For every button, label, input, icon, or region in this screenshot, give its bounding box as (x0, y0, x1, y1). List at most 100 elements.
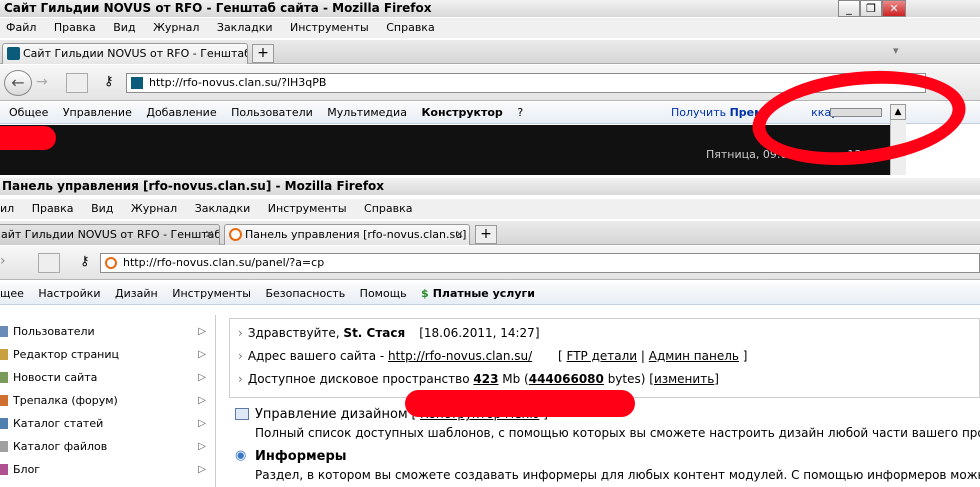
front-stats-icon[interactable] (38, 253, 60, 273)
informers-section-title[interactable]: Информеры (255, 449, 347, 464)
back-toolbar-general[interactable]: Общее (9, 106, 48, 119)
disk-mb[interactable]: 423 (473, 372, 498, 386)
greeting-line: › Здравствуйте, St. Стася [18.06.2011, 14:… (238, 326, 540, 340)
tab-list-icon[interactable]: ▾ (893, 44, 899, 57)
site-favicon-icon (131, 77, 143, 89)
chevron-right-icon: ▷ (198, 441, 206, 452)
design-icon (235, 408, 249, 420)
sidebar-item-forum[interactable]: Трепалка (форум) ▷ (0, 389, 214, 412)
new-tab-button[interactable]: + (252, 44, 274, 63)
front-tab-guild[interactable]: айт Гильдии NOVUS от RFO - Генштаб... ✕ (0, 224, 220, 245)
menu-view[interactable]: Вид (113, 21, 135, 34)
back-tabbar: Сайт Гильдии NOVUS от RFO - Генштаб с...… (0, 40, 980, 64)
red-annotation-bottom (405, 390, 635, 417)
back-toolbar-manage[interactable]: Управление (63, 106, 132, 119)
menu-edit[interactable]: Правка (54, 21, 96, 34)
front-site-favicon-icon (105, 257, 117, 269)
front-key-icon[interactable]: ⚷ (80, 254, 90, 269)
toolbar-paid-services[interactable]: Платные услуги (433, 287, 535, 300)
back-toolbar-help[interactable]: ? (517, 106, 523, 119)
informers-icon: ◉ (235, 448, 247, 463)
front-navbar: › ⚷ http://rfo-novus.clan.su/panel/?a=cp (0, 246, 980, 280)
sidebar-item-users[interactable]: Пользователи ▷ (0, 320, 214, 343)
back-toolbar-media[interactable]: Мультимедиа (327, 106, 407, 119)
front-menu-file[interactable]: ил (0, 202, 14, 215)
menu-bookmarks[interactable]: Закладки (217, 21, 273, 34)
front-menu-edit[interactable]: Правка (32, 202, 74, 215)
front-url-bar[interactable]: http://rfo-novus.clan.su/panel/?a=cp (100, 253, 980, 273)
chevron-right-icon: ▷ (198, 464, 206, 475)
front-tabbar: айт Гильдии NOVUS от RFO - Генштаб... ✕ … (0, 221, 980, 245)
back-toolbar-add[interactable]: Добавление (146, 106, 216, 119)
change-disk-link[interactable]: изменить (654, 372, 714, 386)
site-address-link[interactable]: http://rfo-novus.clan.su/ (388, 349, 532, 363)
back-toolbar-constructor[interactable]: Конструктор (421, 106, 502, 119)
stats-icon[interactable] (66, 73, 88, 93)
files-icon (0, 441, 8, 452)
sidebar-item-news[interactable]: Новости сайта ▷ (0, 366, 214, 389)
informers-section-desc: Раздел, в котором вы сможете создавать и… (255, 468, 980, 482)
front-menubar: ил Правка Вид Журнал Закладки Инструмент… (0, 199, 980, 219)
tab-label: Сайт Гильдии NOVUS от RFO - Генштаб с... (23, 47, 248, 60)
chevron-right-icon: ▷ (198, 395, 206, 406)
forum-icon (0, 395, 8, 406)
front-menu-bookmarks[interactable]: Закладки (195, 202, 251, 215)
back-tab-guild[interactable]: Сайт Гильдии NOVUS от RFO - Генштаб с... (2, 43, 248, 64)
back-url-text: http://rfo-novus.clan.su/?lH3qPB (149, 76, 327, 89)
design-section-desc: Полный список доступных шаблонов, с помо… (255, 426, 980, 440)
front-new-tab-button[interactable]: + (475, 225, 497, 244)
ucoz-favicon-icon (229, 228, 242, 241)
toolbar-settings[interactable]: Настройки (38, 287, 100, 300)
guild-favicon-icon (7, 47, 20, 60)
disk-bytes[interactable]: 444066080 (529, 372, 604, 386)
username: St. Стася (343, 326, 406, 340)
forward-arrow-icon[interactable]: → (36, 74, 48, 90)
sidebar-item-files[interactable]: Каталог файлов ▷ (0, 435, 214, 458)
front-admin-toolbar: щее Настройки Дизайн Инструменты Безопас… (0, 283, 980, 305)
toolbar-security[interactable]: Безопасность (265, 287, 345, 300)
sidebar-item-blog[interactable]: Блог ▷ (0, 458, 214, 481)
ftp-details-link[interactable]: FTP детали (567, 349, 638, 363)
close-tab-icon[interactable]: ✕ (205, 225, 214, 244)
close-tab-icon[interactable]: ✕ (455, 225, 464, 244)
front-back-arrow-icon[interactable]: › (0, 253, 6, 269)
red-annotation-left (0, 126, 56, 150)
sidebar-item-articles[interactable]: Каталог статей ▷ (0, 412, 214, 435)
articles-icon (0, 418, 8, 429)
toolbar-tools[interactable]: Инструменты (172, 287, 251, 300)
login-date: [18.06.2011, 14:27] (419, 326, 540, 340)
sidebar: Пользователи ▷ Редактор страниц ▷ Новости … (0, 315, 216, 487)
menu-help[interactable]: Справка (386, 21, 434, 34)
front-url-text: http://rfo-novus.clan.su/panel/?a=cp (123, 256, 325, 269)
maximize-button[interactable]: ❐ (860, 0, 882, 17)
front-menu-tools[interactable]: Инструменты (268, 202, 347, 215)
key-icon[interactable]: ⚷ (104, 74, 114, 89)
users-icon (0, 326, 8, 337)
front-tab-panel[interactable]: Панель управления [rfo-novus.clan.su] ✕ (224, 224, 470, 245)
sidebar-item-page-editor[interactable]: Редактор страниц ▷ (0, 343, 214, 366)
back-toolbar-users[interactable]: Пользователи (231, 106, 313, 119)
close-window-button[interactable]: ✕ (882, 0, 906, 17)
news-icon (0, 372, 8, 383)
back-arrow-icon[interactable]: ← (4, 70, 32, 96)
chevron-right-icon: ▷ (198, 349, 206, 360)
front-menu-view[interactable]: Вид (91, 202, 113, 215)
menu-tools[interactable]: Инструменты (290, 21, 369, 34)
chevron-right-icon: ▷ (198, 326, 206, 337)
chevron-right-icon: ▷ (198, 418, 206, 429)
front-menu-history[interactable]: Журнал (131, 202, 177, 215)
toolbar-design[interactable]: Дизайн (115, 287, 158, 300)
front-tab1-label: айт Гильдии NOVUS от RFO - Генштаб... (1, 228, 220, 241)
toolbar-help[interactable]: Помощь (360, 287, 407, 300)
minimize-button[interactable]: _ (838, 0, 860, 17)
menu-file[interactable]: Файл (6, 21, 36, 34)
front-window-title: Панель управления [rfo-novus.clan.su] - … (0, 178, 980, 195)
chevron-right-icon: ▷ (198, 372, 206, 383)
front-menu-help[interactable]: Справка (364, 202, 412, 215)
toolbar-general[interactable]: щее (0, 287, 24, 300)
menu-history[interactable]: Журнал (153, 21, 199, 34)
admin-panel-link[interactable]: Админ панель (649, 349, 739, 363)
address-line: › Адрес вашего сайта - http://rfo-novus.c… (238, 349, 748, 363)
blog-icon (0, 464, 8, 475)
back-menubar: Файл Правка Вид Журнал Закладки Инструме… (0, 18, 980, 38)
